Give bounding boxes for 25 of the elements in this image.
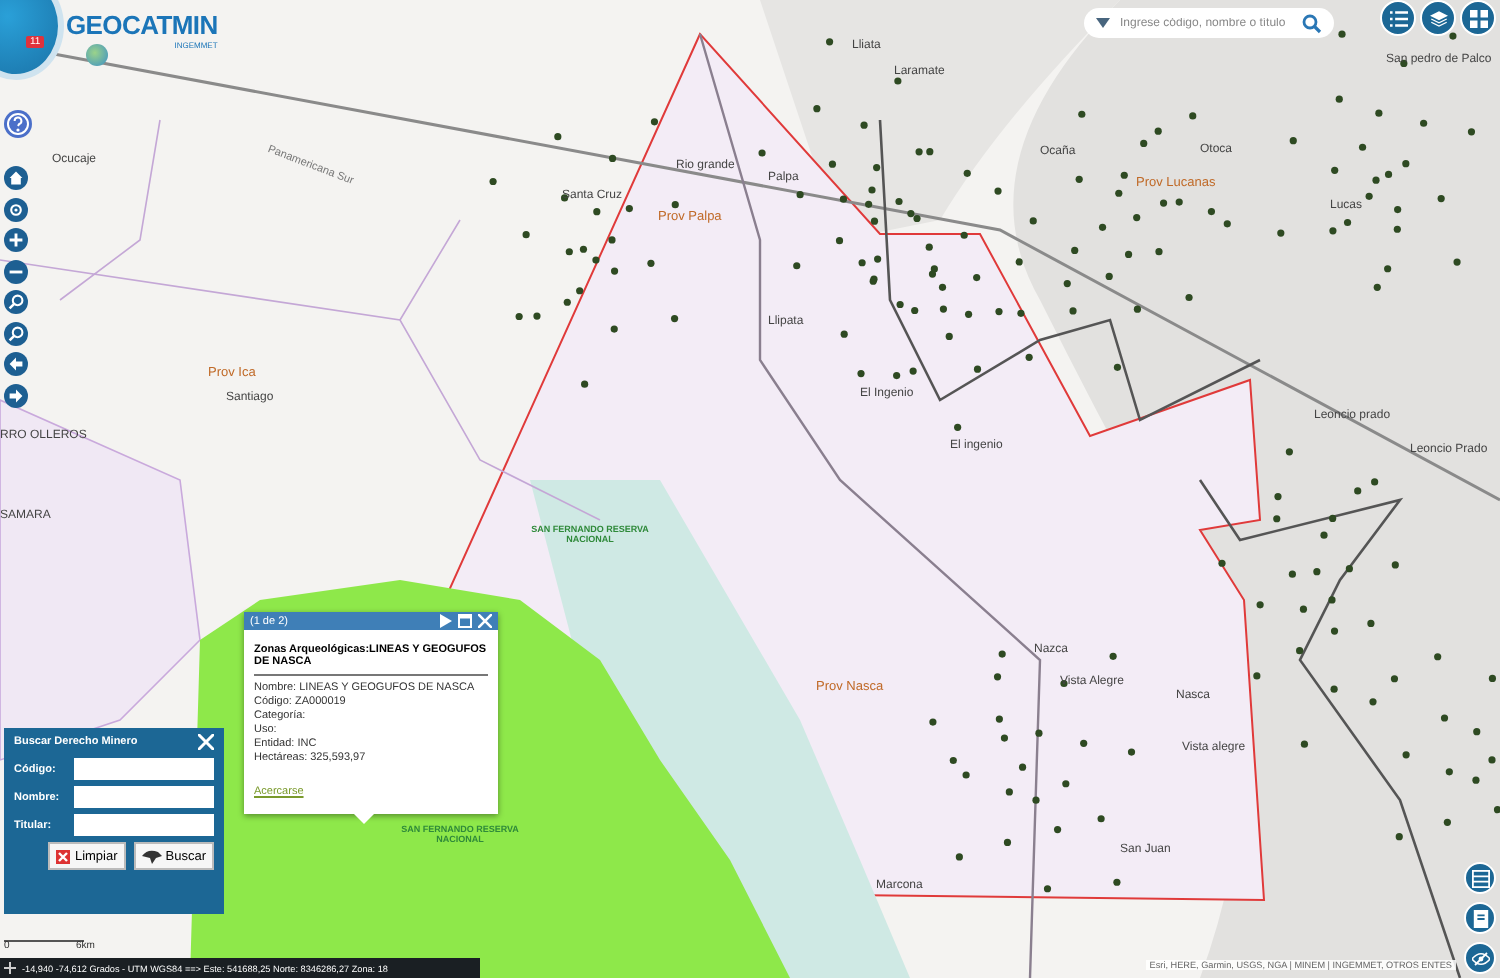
plus-icon [8, 232, 24, 248]
list-icon [1389, 9, 1407, 27]
caret-icon [1084, 8, 1116, 38]
input-field[interactable] [74, 814, 214, 836]
zoomout-icon [8, 325, 24, 341]
table-icon [1471, 869, 1489, 887]
book-icon [1471, 909, 1489, 927]
zoomin-icon [8, 294, 24, 310]
maximize-icon[interactable] [458, 614, 472, 628]
locate-icon [8, 201, 24, 217]
close-icon [56, 849, 71, 863]
input-field[interactable] [74, 786, 214, 808]
logo-title: GEOCATMIN [66, 10, 218, 40]
grid-icon [1469, 9, 1487, 27]
close-icon[interactable] [478, 614, 492, 628]
close-icon[interactable] [198, 734, 214, 750]
back-icon [8, 356, 24, 372]
plus-icon[interactable] [4, 962, 16, 974]
layers-icon [1429, 9, 1447, 27]
eye-off-icon [1471, 949, 1489, 967]
input-field[interactable] [74, 758, 214, 780]
next-icon[interactable] [440, 614, 452, 628]
home-icon [8, 170, 24, 186]
search-icon[interactable] [1296, 8, 1334, 38]
forward-icon [8, 387, 24, 403]
